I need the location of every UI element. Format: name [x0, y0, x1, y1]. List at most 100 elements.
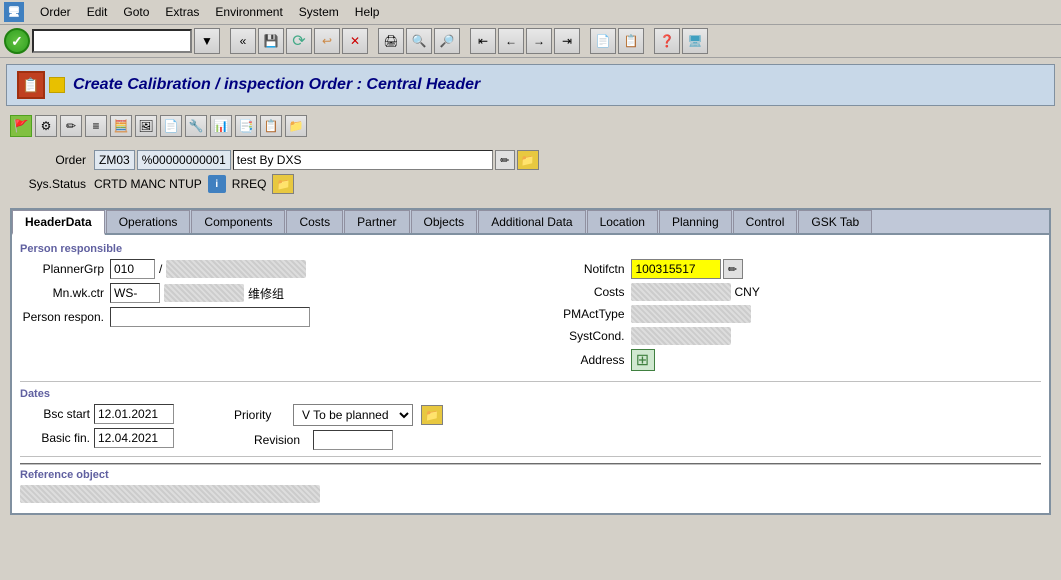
- chart-btn[interactable]: 📊: [210, 115, 232, 137]
- priority-revision: Priority V To be planned 📁 Revision: [234, 404, 443, 450]
- priority-folder-btn[interactable]: 📁: [421, 405, 443, 425]
- tab-gsk[interactable]: GSK Tab: [798, 210, 872, 233]
- notifctn-edit-btn[interactable]: ✏: [723, 259, 743, 279]
- order-value: ZM03 %00000000001 ✏ 📁: [94, 150, 539, 170]
- flag-btn[interactable]: 🚩: [10, 115, 32, 137]
- planner-grp-censored: [166, 260, 306, 278]
- tab-partner[interactable]: Partner: [344, 210, 409, 233]
- address-add-btn[interactable]: ⊞: [631, 349, 655, 371]
- app-icon: 🖥: [4, 2, 24, 22]
- save-btn[interactable]: 💾: [258, 28, 284, 54]
- address-label: Address: [541, 353, 631, 367]
- tabs-bar: HeaderData Operations Components Costs P…: [12, 210, 1049, 235]
- notifctn-label: Notifctn: [541, 262, 631, 276]
- ref-object-content: [20, 485, 1041, 505]
- monitor-btn[interactable]: 🖥: [682, 28, 708, 54]
- person-respon-label: Person respon.: [20, 310, 110, 324]
- tab-costs[interactable]: Costs: [286, 210, 343, 233]
- content-area: Person responsible PlannerGrp / Mn.wk.ct…: [12, 235, 1049, 513]
- person-respon-input[interactable]: [110, 307, 310, 327]
- dropdown-btn[interactable]: ▼: [194, 28, 220, 54]
- revision-group: Revision: [234, 430, 443, 450]
- menu-system[interactable]: System: [291, 3, 347, 21]
- mn-wk-ctr-suffix: 维修组: [248, 285, 284, 302]
- order-edit-btn[interactable]: ✏: [495, 150, 515, 170]
- header-icon2: [49, 77, 65, 93]
- basic-fin-label: Basic fin.: [20, 431, 90, 445]
- tab-additional-data[interactable]: Additional Data: [478, 210, 585, 233]
- find-btn[interactable]: 🔍: [406, 28, 432, 54]
- status-folder-btn[interactable]: 📁: [272, 174, 294, 194]
- menu-order[interactable]: Order: [32, 3, 79, 21]
- person-responsible-label: Person responsible: [20, 243, 1041, 255]
- next-btn[interactable]: →: [526, 28, 552, 54]
- priority-select[interactable]: V To be planned: [293, 404, 413, 426]
- tab-objects[interactable]: Objects: [411, 210, 478, 233]
- first-btn[interactable]: ⇤: [470, 28, 496, 54]
- order-label: Order: [10, 153, 90, 167]
- pm-act-type-label: PMActType: [541, 307, 631, 321]
- ref-object-censored: [20, 485, 320, 503]
- bsc-start-input[interactable]: [94, 404, 174, 424]
- list-btn[interactable]: ≡: [85, 115, 107, 137]
- nav1-btn[interactable]: 📄: [590, 28, 616, 54]
- slash-sep: /: [155, 262, 166, 276]
- last-btn[interactable]: ⇥: [554, 28, 580, 54]
- ok-button[interactable]: ✓: [4, 28, 30, 54]
- tab-location[interactable]: Location: [587, 210, 658, 233]
- report-btn[interactable]: 📑: [235, 115, 257, 137]
- edit-btn[interactable]: ✏: [60, 115, 82, 137]
- menu-edit[interactable]: Edit: [79, 3, 116, 21]
- mn-wk-ctr-prefix-input[interactable]: [110, 283, 160, 303]
- basic-fin-input[interactable]: [94, 428, 174, 448]
- menu-extras[interactable]: Extras: [157, 3, 207, 21]
- folder2-btn[interactable]: 📁: [285, 115, 307, 137]
- undo-btn[interactable]: ↩: [314, 28, 340, 54]
- reference-object-section: Reference object: [20, 463, 1041, 505]
- costs-row: Costs CNY: [541, 283, 1042, 301]
- menu-environment[interactable]: Environment: [207, 3, 290, 21]
- costs-label: Costs: [541, 285, 631, 299]
- clipboard-btn[interactable]: 📋: [260, 115, 282, 137]
- pm-act-type-censored: [631, 305, 751, 323]
- revision-input[interactable]: [313, 430, 393, 450]
- order-desc-input[interactable]: [233, 150, 493, 170]
- sys-status-label: Sys.Status: [10, 177, 90, 191]
- calc-btn[interactable]: 🧮: [110, 115, 132, 137]
- print-btn[interactable]: 🖨: [378, 28, 404, 54]
- nav2-btn[interactable]: 📋: [618, 28, 644, 54]
- tab-control[interactable]: Control: [733, 210, 798, 233]
- basic-fin-group: Basic fin.: [20, 428, 174, 448]
- menu-help[interactable]: Help: [347, 3, 388, 21]
- prev-btn[interactable]: ←: [498, 28, 524, 54]
- menu-goto[interactable]: Goto: [115, 3, 157, 21]
- menu-bar: 🖥 Order Edit Goto Extras Environment Sys…: [0, 0, 1061, 25]
- wrench-btn[interactable]: 🔧: [185, 115, 207, 137]
- reference-object-label: Reference object: [20, 469, 1041, 481]
- tab-components[interactable]: Components: [191, 210, 285, 233]
- page-content: 📋 Create Calibration / inspection Order …: [0, 58, 1061, 521]
- notifctn-value: 100315517: [631, 259, 721, 279]
- find-next-btn[interactable]: 🔎: [434, 28, 460, 54]
- cancel-btn[interactable]: ✕: [342, 28, 368, 54]
- back-btn[interactable]: «: [230, 28, 256, 54]
- mn-wk-ctr-row: Mn.wk.ctr 维修组: [20, 283, 521, 303]
- help-btn[interactable]: ❓: [654, 28, 680, 54]
- bsc-start-label: Bsc start: [20, 407, 90, 421]
- tools-btn[interactable]: ⚙: [35, 115, 57, 137]
- tab-operations[interactable]: Operations: [106, 210, 191, 233]
- order-folder-btn[interactable]: 📁: [517, 150, 539, 170]
- tab-headerdata[interactable]: HeaderData: [12, 210, 105, 235]
- doc-btn[interactable]: 📄: [160, 115, 182, 137]
- dates-section: Dates Bsc start Basic fin.: [20, 388, 1041, 450]
- planner-grp-input[interactable]: [110, 259, 155, 279]
- two-col-layout: PlannerGrp / Mn.wk.ctr 维修组 Person respon…: [20, 259, 1041, 375]
- divider1: [20, 381, 1041, 382]
- info-icon[interactable]: i: [208, 175, 226, 193]
- bsc-start-group: Bsc start: [20, 404, 174, 424]
- command-input[interactable]: [32, 29, 192, 53]
- planner-grp-label: PlannerGrp: [20, 262, 110, 276]
- tab-planning[interactable]: Planning: [659, 210, 732, 233]
- refresh-btn[interactable]: ⟳: [286, 28, 312, 54]
- image-btn[interactable]: 🖼: [135, 115, 157, 137]
